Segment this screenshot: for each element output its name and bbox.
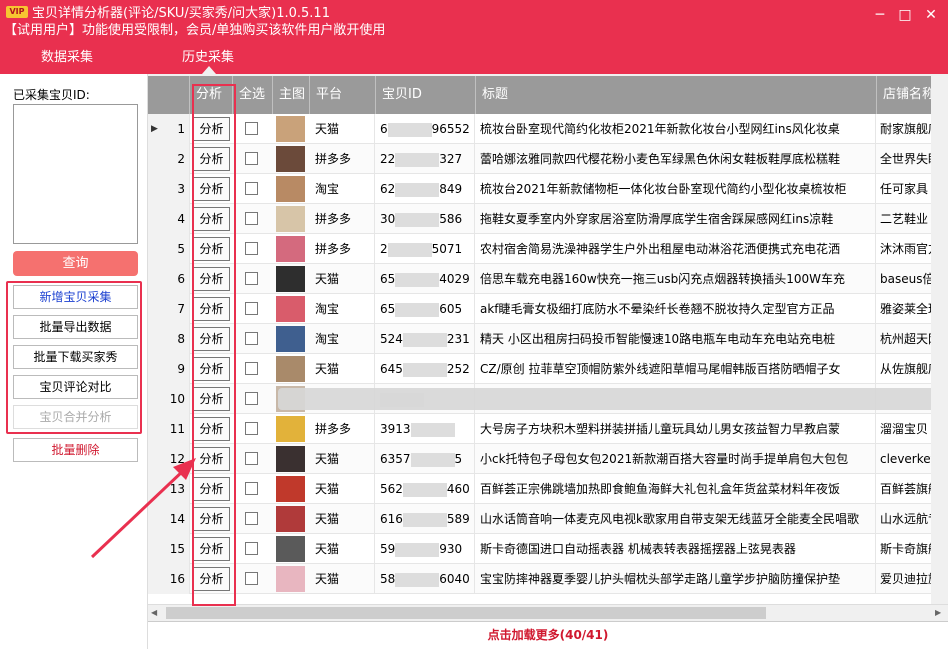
annotation-arrow: [90, 458, 196, 559]
arrow-line: [90, 468, 186, 559]
